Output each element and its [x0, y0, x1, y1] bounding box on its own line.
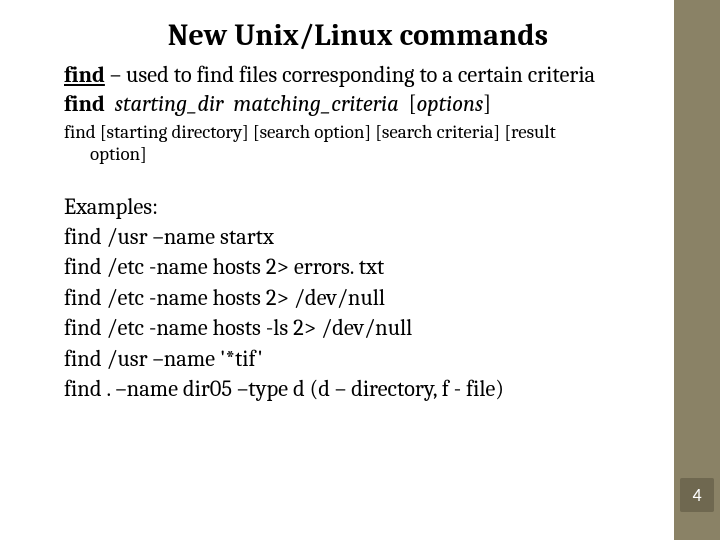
page-number: 4	[692, 484, 701, 506]
example-line: find /etc -name hosts -ls 2> /dev/null	[64, 313, 652, 343]
syntax-cmd: find	[64, 91, 105, 117]
find-syntax: find starting_dir matching_criteria [opt…	[64, 91, 652, 117]
slide-title: New Unix/Linux commands	[64, 18, 652, 53]
syntax-arg3: options	[416, 91, 483, 117]
syntax-detail-line1: find [starting directory] [search option…	[64, 121, 556, 143]
syntax-detail-line2: option]	[64, 143, 652, 165]
find-keyword: find	[64, 62, 105, 88]
example-line: find /usr –name startx	[64, 222, 652, 252]
example-line: find . –name dir05 –type d (d – director…	[64, 374, 652, 404]
syntax-arg2: matching_criteria	[233, 91, 398, 117]
decorative-sidebar	[674, 0, 720, 540]
syntax-arg1: starting_dir	[115, 91, 224, 117]
example-line: find /etc -name hosts 2> errors. txt	[64, 252, 652, 282]
find-description: find – used to find files corresponding …	[64, 63, 652, 89]
examples-block: Examples: find /usr –name startx find /e…	[64, 192, 652, 405]
slide: New Unix/Linux commands find – used to f…	[0, 0, 720, 540]
find-syntax-detail: find [starting directory] [search option…	[64, 121, 652, 166]
page-number-badge: 4	[680, 478, 714, 512]
find-description-text: – used to find files corresponding to a …	[105, 62, 595, 88]
examples-label: Examples:	[64, 192, 652, 222]
example-line: find /etc -name hosts 2> /dev/null	[64, 283, 652, 313]
example-line: find /usr –name '*tif'	[64, 344, 652, 374]
slide-content: New Unix/Linux commands find – used to f…	[0, 0, 674, 540]
